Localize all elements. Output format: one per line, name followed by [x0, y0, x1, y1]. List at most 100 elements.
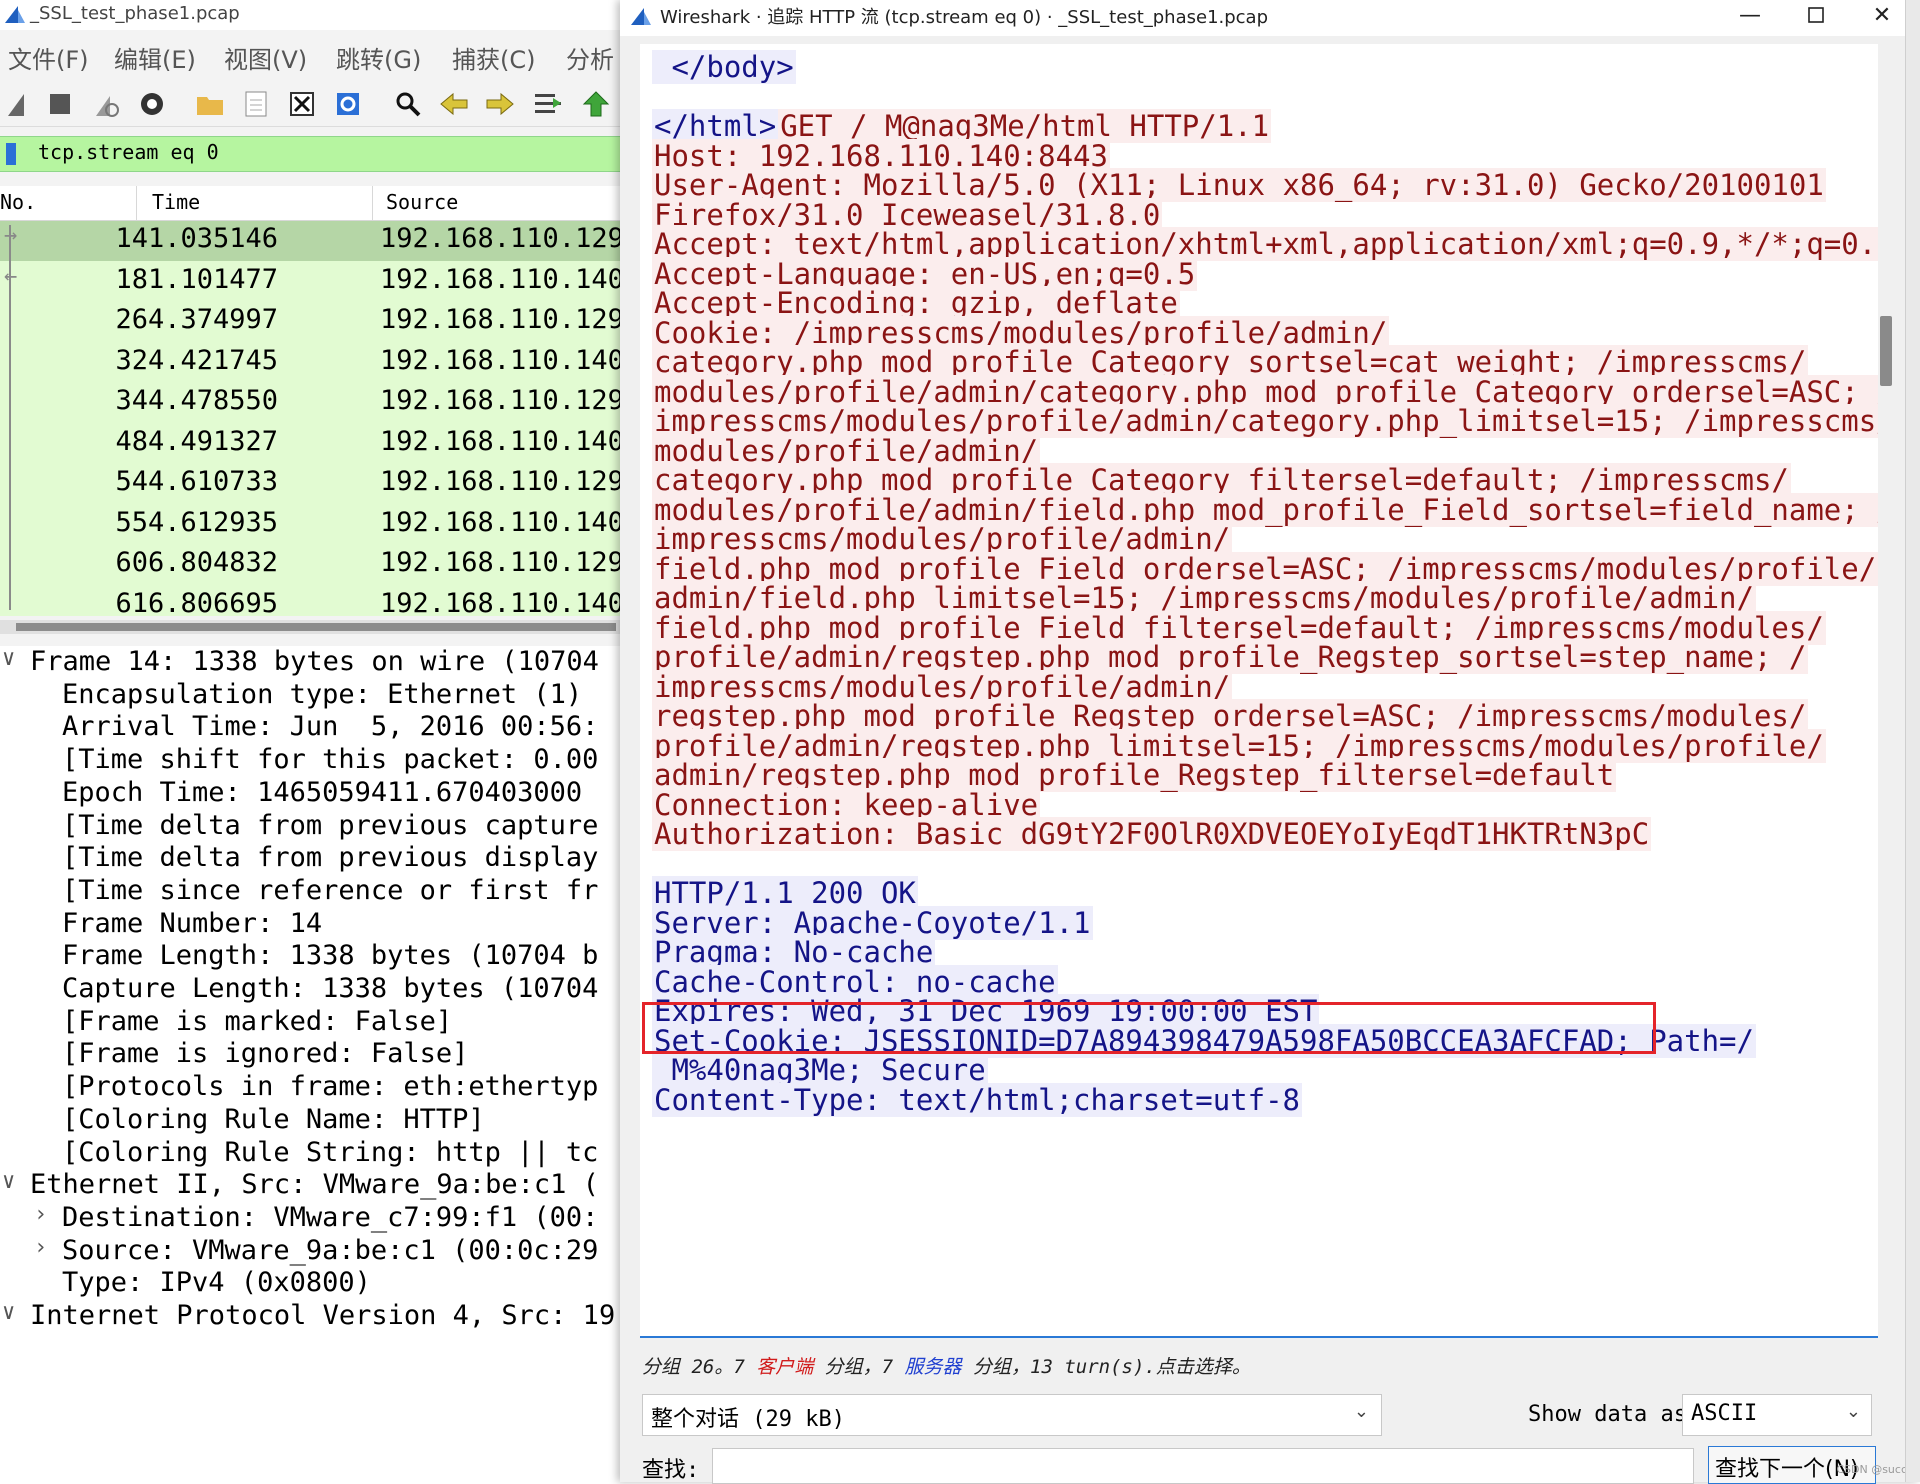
conversation-select[interactable]: 整个对话 (29 kB) ⌄ — [642, 1394, 1382, 1436]
stream-stats[interactable]: 分组 26。7 客户端 分组，7 服务器 分组，13 turn(s).点击选择。 — [642, 1352, 1251, 1379]
packet-row[interactable]: 26 4.374997 192.168.110.129 — [0, 302, 630, 342]
go-forward-icon[interactable] — [484, 88, 516, 120]
display-filter-bar[interactable]: tcp.stream eq 0 — [0, 136, 630, 172]
packet-no: 55 — [115, 506, 148, 538]
packet-source: 192.168.110.140 — [380, 263, 624, 295]
packet-time: 6.806695 — [148, 587, 279, 617]
chevron-down-icon: ⌄ — [1353, 1401, 1369, 1422]
menu-capture[interactable]: 捕获(C) — [452, 40, 535, 75]
menu-file[interactable]: 文件(F) — [8, 40, 89, 75]
chevron-down-icon[interactable]: ∨ — [2, 646, 22, 671]
detail-text: [Coloring Rule Name: HTTP] — [62, 1103, 485, 1135]
packet-row[interactable]: 141.035146192.168.110.129→ — [0, 221, 630, 261]
packet-time: 4.612935 — [148, 506, 279, 538]
packet-source: 192.168.110.129 — [380, 223, 624, 254]
packet-details-pane: ∨ Frame 14: 1338 bytes on wire (10704 Enca… — [0, 646, 630, 1482]
close-icon[interactable]: ✕ — [1854, 0, 1910, 30]
menu-go[interactable]: 跳转(G) — [336, 40, 421, 75]
show-data-as-value: ASCII — [1691, 1401, 1758, 1426]
stats-client-link[interactable]: 客户端 — [756, 1356, 813, 1378]
packet-time: 4.491327 — [148, 425, 279, 457]
packet-time: 1.035146 — [148, 223, 279, 254]
authorization-highlight-box — [642, 1002, 1656, 1054]
main-wireshark-window: _SSL_test_phase1.pcap 文件(F) 编辑(E) 视图(V) … — [0, 0, 630, 1482]
follow-window-title: Wireshark · 追踪 HTTP 流 (tcp.stream eq 0) … — [660, 7, 1269, 28]
display-filter-input[interactable]: tcp.stream eq 0 — [38, 140, 219, 164]
column-no[interactable]: No. — [0, 190, 36, 214]
detail-text: Encapsulation type: Ethernet (1) — [62, 678, 583, 710]
chevron-down-icon[interactable]: ∨ — [2, 1300, 22, 1325]
find-input[interactable] — [712, 1448, 1694, 1484]
packet-row[interactable]: 54 4.610733 192.168.110.129 — [0, 464, 630, 504]
stream-line: </body> — [652, 49, 796, 85]
detail-text: Source: VMware_9a:be:c1 (00:0c:29 — [62, 1234, 599, 1266]
go-to-packet-icon[interactable] — [532, 88, 564, 120]
watermark: CSDN @succ9 — [1836, 1463, 1914, 1476]
chevron-down-icon[interactable]: ∨ — [2, 1169, 22, 1194]
show-data-as-label: Show data as — [1528, 1402, 1687, 1427]
detail-text: [Frame is marked: False] — [62, 1005, 453, 1037]
options-icon[interactable] — [136, 88, 168, 120]
packet-row[interactable]: 181.101477192.168.110.140← — [0, 262, 630, 302]
detail-text: Internet Protocol Version 4, Src: 19 — [30, 1300, 616, 1331]
follow-stream-window: Wireshark · 追踪 HTTP 流 (tcp.stream eq 0) … — [620, 0, 1920, 1484]
menu-edit[interactable]: 编辑(E) — [114, 40, 196, 75]
detail-text: Ethernet II, Src: VMware_9a:be:c1 ( — [30, 1169, 599, 1201]
chevron-right-icon[interactable]: › — [34, 1235, 54, 1260]
packet-row[interactable]: 55 4.612935 192.168.110.140 — [0, 505, 630, 545]
packet-list-scrollbar[interactable] — [0, 620, 630, 634]
go-back-icon[interactable] — [438, 88, 470, 120]
stats-server-link[interactable]: 服务器 — [905, 1356, 962, 1378]
packet-no: 61 — [115, 587, 148, 617]
packet-row[interactable]: 61 6.806695 192.168.110.140 — [0, 586, 630, 617]
open-folder-icon[interactable] — [194, 88, 226, 120]
stop-icon[interactable] — [44, 88, 76, 120]
menu-bar: 文件(F) 编辑(E) 视图(V) 跳转(G) 捕获(C) 分析 — [0, 36, 630, 76]
main-title-bar: _SSL_test_phase1.pcap — [0, 0, 630, 30]
background-window-edge — [1905, 0, 1920, 1482]
column-time[interactable]: Time — [152, 190, 200, 214]
stream-scrollbar[interactable] — [1880, 44, 1892, 1334]
stream-content[interactable]: </body> </html> GET /_M@nag3Me/html HTTP/1… — [640, 44, 1878, 1338]
packet-time: 4.374997 — [148, 304, 279, 335]
maximize-icon[interactable] — [1788, 0, 1844, 30]
restart-icon[interactable] — [90, 88, 122, 120]
first-packet-icon[interactable] — [580, 88, 612, 120]
chevron-right-icon[interactable]: › — [34, 1202, 54, 1227]
wireshark-fin-icon — [631, 8, 651, 25]
packet-time: 4.610733 — [148, 466, 279, 497]
packet-list-header: No. Time Source — [0, 186, 630, 221]
packet-source: 192.168.110.129 — [380, 385, 624, 416]
conversation-select-value: 整个对话 (29 kB) — [651, 1407, 845, 1432]
packet-source: 192.168.110.129 — [380, 304, 624, 335]
shark-fin-start-icon[interactable] — [4, 88, 36, 120]
packet-row[interactable]: 34 4.478550 192.168.110.129 — [0, 383, 630, 423]
packet-no: 26 — [115, 304, 148, 335]
detail-text: [Frame is ignored: False] — [62, 1038, 469, 1070]
packet-row[interactable]: 32 4.421745 192.168.110.140 — [0, 343, 630, 383]
main-toolbar — [0, 82, 630, 127]
show-data-as-select[interactable]: ASCII ⌄ — [1682, 1394, 1872, 1436]
packet-no: 60 — [115, 547, 148, 578]
chevron-down-icon: ⌄ — [1845, 1401, 1861, 1422]
bookmark-icon[interactable] — [6, 143, 16, 165]
menu-view[interactable]: 视图(V) — [224, 40, 307, 75]
detail-text: Frame Number: 14 — [62, 907, 323, 939]
packet-source: 192.168.110.129 — [380, 466, 624, 497]
minimize-icon[interactable]: — — [1722, 0, 1778, 30]
detail-text: [Time shift for this packet: 0.00 — [62, 744, 599, 776]
stats-suffix: 分组，13 turn(s).点击选择。 — [961, 1356, 1251, 1378]
column-source[interactable]: Source — [386, 190, 458, 214]
server-text: Content-Type: text/html;charset=utf-8 — [652, 1082, 1303, 1117]
stream-line: Authorization: Basic dG9tY2F0OlR0XDVEOEY… — [652, 816, 1652, 852]
packet-row[interactable]: 48 4.491327 192.168.110.140 — [0, 424, 630, 464]
file-icon[interactable] — [240, 88, 272, 120]
stream-line: Content-Type: text/html;charset=utf-8 — [652, 1082, 1303, 1118]
packet-row[interactable]: 60 6.804832 192.168.110.129 — [0, 545, 630, 585]
find-icon[interactable] — [392, 88, 424, 120]
conversation-line — [9, 225, 11, 610]
reload-icon[interactable] — [332, 88, 364, 120]
menu-analyze[interactable]: 分析 — [566, 40, 614, 75]
client-text: Authorization: Basic dG9tY2F0OlR0XDVEOEY… — [652, 817, 1652, 851]
close-file-icon[interactable] — [286, 88, 318, 120]
